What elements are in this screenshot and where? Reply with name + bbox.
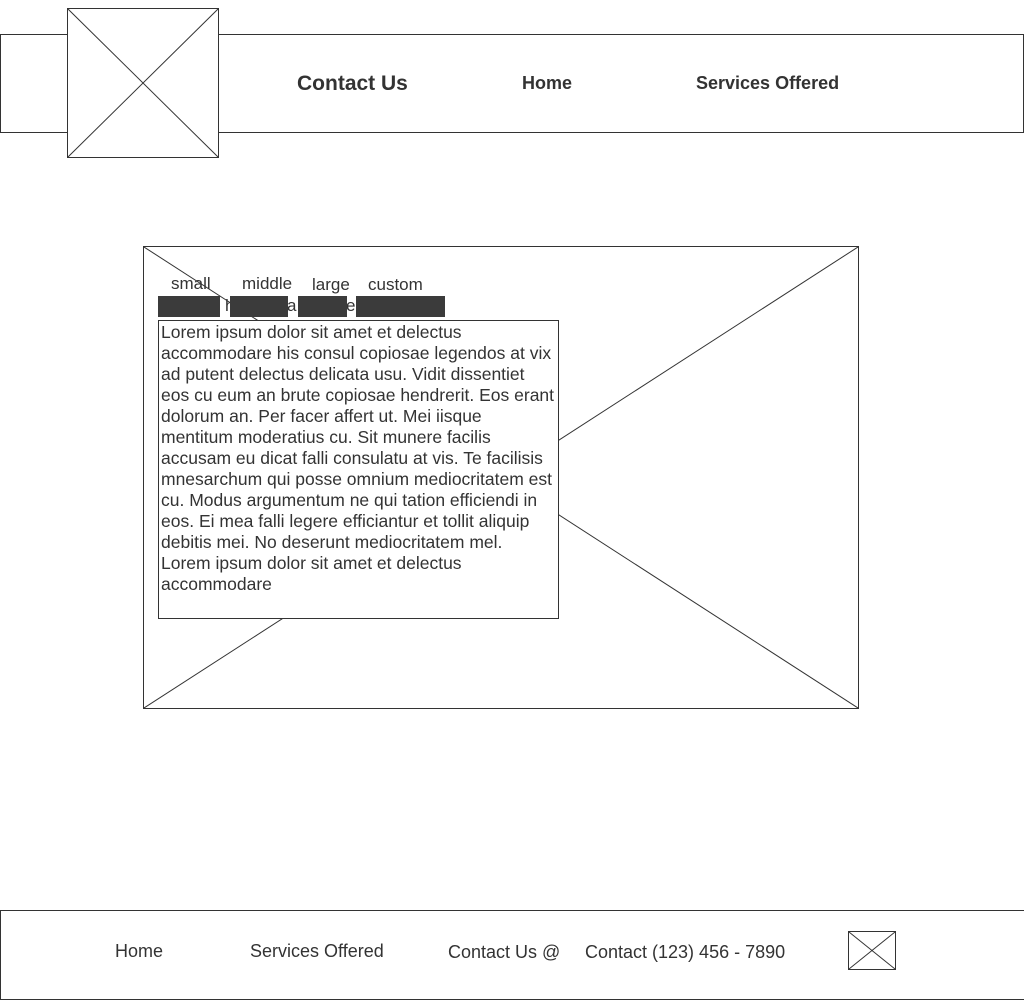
tab-small-label: small (171, 274, 211, 293)
tab-middle[interactable] (230, 296, 288, 317)
partial-text: a (287, 296, 297, 315)
footer-link-services[interactable]: Services Offered (250, 941, 384, 962)
page-title: Contact Us (297, 72, 408, 95)
image-placeholder-icon (68, 9, 218, 157)
tab-large[interactable] (298, 296, 347, 317)
footer-contact-phone: Contact (123) 456 - 7890 (585, 942, 786, 962)
logo-image-placeholder[interactable] (67, 8, 219, 158)
tab-custom-label: custom (368, 275, 423, 294)
tab-custom[interactable] (356, 296, 445, 317)
footer-image-placeholder (848, 931, 896, 970)
footer-link-home[interactable]: Home (115, 941, 163, 962)
image-placeholder-icon (849, 932, 895, 969)
nav-link-services[interactable]: Services Offered (696, 73, 839, 94)
tab-small[interactable] (158, 296, 220, 317)
tab-middle-label: middle (242, 274, 293, 293)
nav-link-home[interactable]: Home (522, 73, 572, 94)
body-text-box[interactable]: Lorem ipsum dolor sit amet et delectus a… (158, 320, 559, 619)
footer-contact-label: Contact Us @ (448, 942, 561, 962)
tab-large-label: large (312, 275, 350, 294)
partial-text: e (346, 296, 356, 315)
